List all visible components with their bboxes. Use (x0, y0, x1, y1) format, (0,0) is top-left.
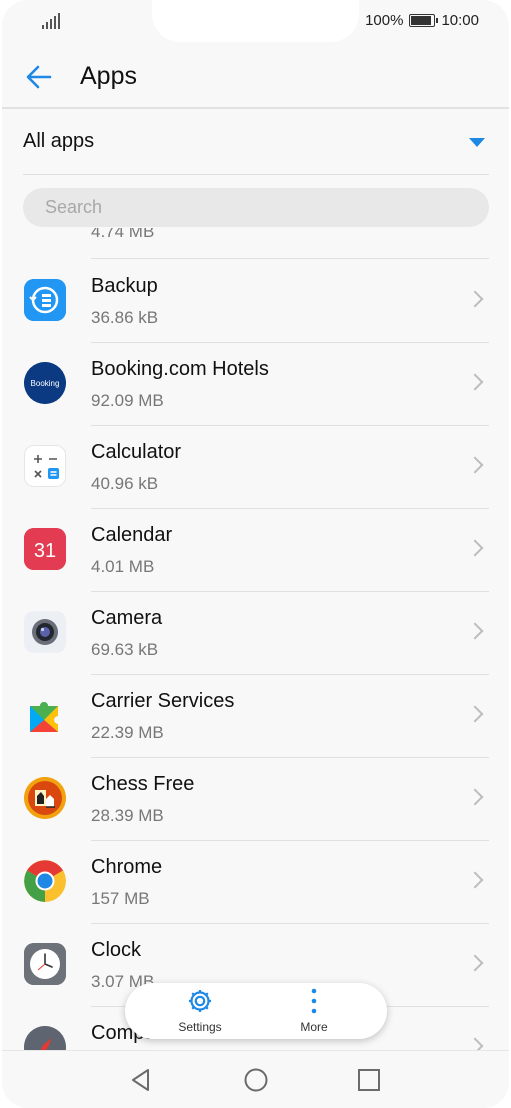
app-name: Backup (91, 275, 158, 297)
more-label: More (300, 1020, 328, 1034)
chevron-right-icon (466, 954, 484, 972)
settings-label: Settings (178, 1020, 222, 1034)
backup-icon (24, 279, 66, 321)
app-size: 36.86 kB (91, 308, 159, 327)
settings-button[interactable]: Settings (150, 983, 250, 1039)
chevron-right-icon (466, 622, 484, 640)
app-row-chrome[interactable]: Chrome 157 MB (2, 840, 509, 923)
filter-dropdown[interactable]: All apps (2, 110, 509, 174)
chess-icon (24, 777, 66, 819)
carrier-services-icon (24, 694, 66, 736)
chevron-right-icon (466, 290, 484, 308)
app-list[interactable]: 4.74 MB Backup 36.86 kB Booking Booking.… (2, 228, 509, 1050)
header-divider (2, 107, 509, 109)
nav-home-icon[interactable] (241, 1065, 271, 1095)
nav-recents-icon[interactable] (354, 1065, 384, 1095)
app-name: Booking.com Hotels (91, 358, 269, 380)
clock-icon (24, 943, 66, 985)
chevron-right-icon (466, 1037, 484, 1050)
chevron-right-icon (466, 788, 484, 806)
app-header: Apps (2, 42, 509, 108)
app-size: 22.39 MB (91, 723, 164, 742)
dropdown-triangle-icon (469, 138, 485, 147)
calendar-icon: 31 (24, 528, 66, 570)
app-size: 40.96 kB (91, 474, 159, 493)
app-size: 69.63 kB (91, 640, 159, 659)
chrome-icon (24, 860, 66, 902)
floating-action-bar: Settings More (125, 983, 387, 1039)
signal-icon (42, 13, 60, 29)
svg-text:Booking: Booking (31, 379, 60, 388)
chevron-right-icon (466, 456, 484, 474)
app-name: Chrome (91, 856, 163, 878)
clock-time: 10:00 (441, 12, 479, 29)
app-size: 157 MB (91, 889, 150, 908)
page-title: Apps (80, 62, 137, 90)
search-input[interactable] (23, 188, 489, 227)
partial-app-size: 4.74 MB (91, 228, 155, 241)
more-vertical-icon (311, 988, 317, 1014)
app-name: Clock (91, 939, 142, 961)
back-button[interactable] (22, 60, 56, 94)
arrow-left-icon (26, 65, 52, 89)
svg-text:31: 31 (34, 540, 56, 562)
screen: 100% 10:00 Apps All apps 4.74 MB (2, 0, 509, 1108)
app-row-booking[interactable]: Booking Booking.com Hotels 92.09 MB (2, 342, 509, 425)
app-name: Camera (91, 607, 163, 629)
chevron-right-icon (466, 871, 484, 889)
app-row-calendar[interactable]: 31 Calendar 4.01 MB (2, 508, 509, 591)
nav-back-icon[interactable] (126, 1065, 156, 1095)
app-name: Chess Free (91, 773, 195, 795)
app-row-backup[interactable]: Backup 36.86 kB (2, 259, 509, 342)
gear-icon (189, 990, 211, 1012)
compass-icon (24, 1026, 66, 1050)
calculator-icon (24, 445, 66, 487)
more-button[interactable]: More (264, 983, 364, 1039)
app-size: 4.01 MB (91, 557, 155, 576)
app-name: Calendar (91, 524, 173, 546)
app-name: Calculator (91, 441, 182, 463)
battery-percent: 100% (365, 12, 404, 29)
filter-label: All apps (23, 130, 95, 152)
app-size: 92.09 MB (91, 391, 164, 410)
booking-icon: Booking (24, 362, 66, 404)
camera-icon (24, 611, 66, 653)
battery-icon (409, 14, 439, 27)
display-notch (152, 0, 359, 42)
chevron-right-icon (466, 373, 484, 391)
navigation-bar (2, 1050, 509, 1108)
app-size: 28.39 MB (91, 806, 164, 825)
chevron-right-icon (466, 705, 484, 723)
app-name: Carrier Services (91, 690, 235, 712)
filter-divider (23, 174, 489, 175)
chevron-right-icon (466, 539, 484, 557)
app-row-calculator[interactable]: Calculator 40.96 kB (2, 425, 509, 508)
app-row-chess-free[interactable]: Chess Free 28.39 MB (2, 757, 509, 840)
status-right: 100% 10:00 (365, 12, 479, 29)
status-bar: 100% 10:00 (2, 0, 509, 42)
app-row-camera[interactable]: Camera 69.63 kB (2, 591, 509, 674)
app-row-carrier-services[interactable]: Carrier Services 22.39 MB (2, 674, 509, 757)
